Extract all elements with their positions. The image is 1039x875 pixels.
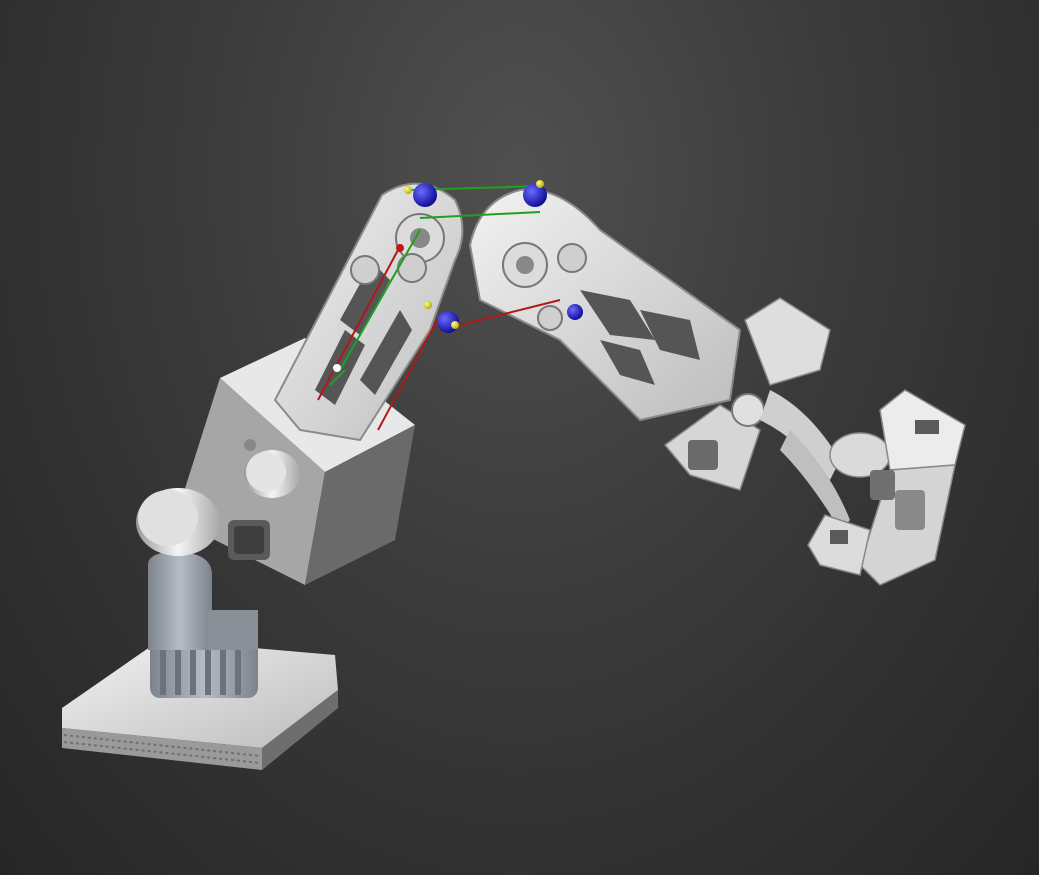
sphere-icon [404, 186, 412, 194]
sphere-icon [536, 180, 544, 188]
elbow-drive-motor[interactable] [244, 450, 300, 498]
sphere-icon [523, 183, 547, 207]
3d-viewport[interactable] [0, 0, 1039, 875]
upper-arm-link[interactable] [273, 182, 464, 442]
sphere-icon [396, 244, 404, 252]
robot-arm-scene[interactable] [0, 0, 1039, 875]
forearm-link[interactable] [468, 188, 742, 422]
sphere-icon [567, 304, 583, 320]
sphere-icon [333, 364, 341, 372]
sphere-icon [451, 321, 459, 329]
sphere-icon [424, 301, 432, 309]
base-turret[interactable] [148, 552, 258, 698]
shoulder-motor[interactable] [136, 488, 220, 556]
sphere-icon [413, 183, 437, 207]
